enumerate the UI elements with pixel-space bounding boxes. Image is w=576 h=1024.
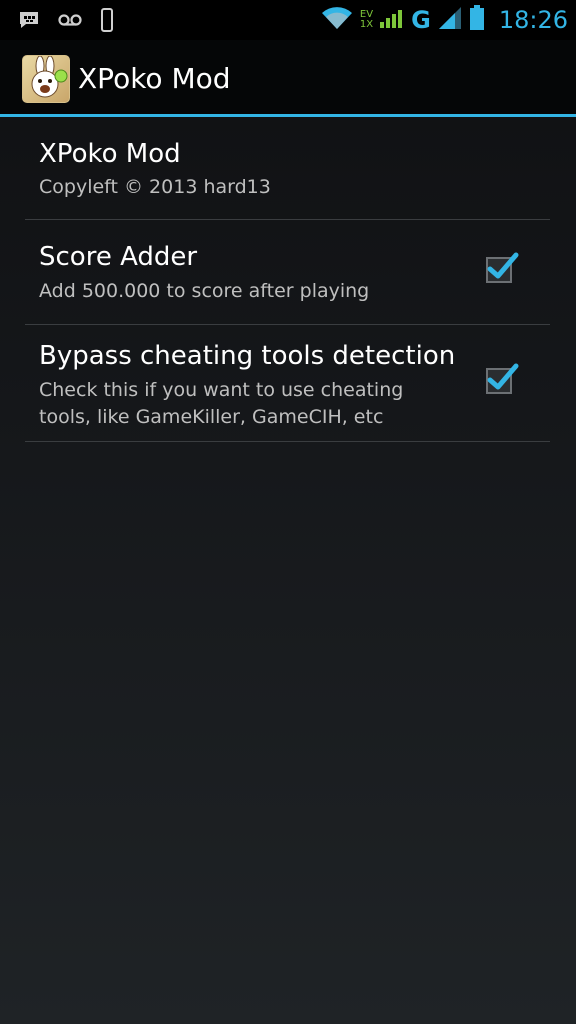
action-bar: XPoko Mod [0,40,576,117]
wifi-icon [320,5,354,36]
cdma-signal-icon [379,7,405,34]
system-icons: EV 1X G 18:26 [320,4,568,36]
phone-icon [100,8,114,37]
battery-icon [469,4,485,36]
pref-title-bypass: Bypass cheating tools detection [39,341,456,371]
bbm-icon [18,10,40,35]
pref-title-score-adder: Score Adder [39,242,198,272]
voicemail-icon [58,13,82,32]
status-bar: EV 1X G 18:26 [0,0,576,40]
notification-icons [18,8,114,37]
app-title: XPoko Mod [78,62,231,95]
score-adder-checkbox[interactable] [486,252,519,283]
network-type: G [411,6,431,34]
checkmark-icon [487,252,519,279]
clock: 18:26 [498,6,568,34]
pref-item-bypass[interactable]: Bypass cheating tools detection Check th… [25,325,550,442]
ev-1x-indicator: EV 1X [360,10,373,30]
pref-item-score-adder[interactable]: Score Adder Add 500.000 to score after p… [25,220,550,325]
1x-label: 1X [359,19,374,30]
checkmark-icon [487,363,519,390]
pref-summary-score-adder: Add 500.000 to score after playing [39,280,370,302]
pref-item-about[interactable]: XPoko Mod Copyleft © 2013 hard13 [25,117,550,220]
pref-summary-about: Copyleft © 2013 hard13 [39,176,271,198]
pref-summary-bypass: Check this if you want to use cheating t… [39,379,404,428]
pref-title-about: XPoko Mod [39,139,181,169]
signal-icon [437,6,463,35]
preferences-list: XPoko Mod Copyleft © 2013 hard13 Score A… [25,117,550,442]
app-icon[interactable] [22,55,70,103]
bypass-checkbox[interactable] [486,363,519,394]
